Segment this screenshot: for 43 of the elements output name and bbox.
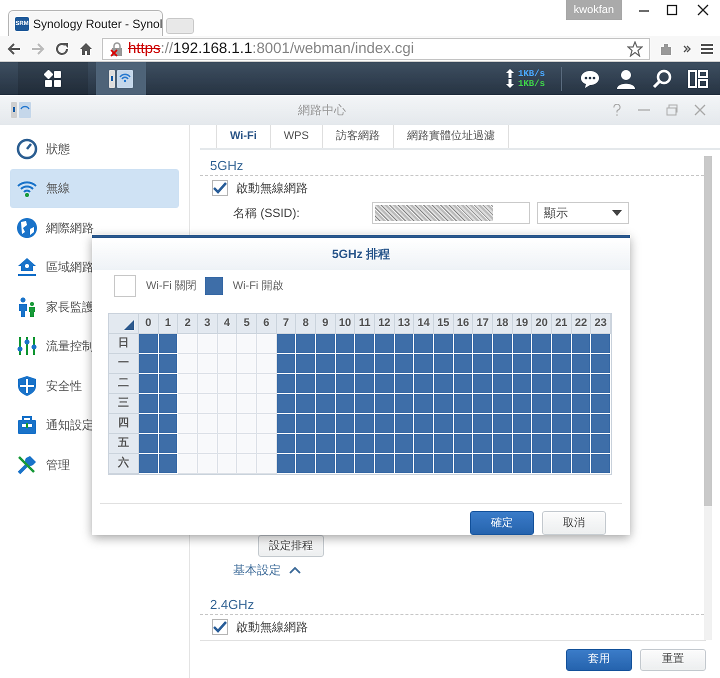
hour-label: 9 xyxy=(316,314,336,334)
field-label: 名稱 (SSID): xyxy=(233,205,301,222)
hour-label: 6 xyxy=(256,314,277,334)
hour-label: 21 xyxy=(552,314,572,334)
hour-label: 19 xyxy=(512,314,532,334)
hour-label: 8 xyxy=(296,314,316,334)
legend-label: Wi-Fi 開啟 xyxy=(232,278,284,294)
checkbox-label: 啟動無線網路 xyxy=(236,180,308,197)
window-title: 網路中心 xyxy=(297,102,347,119)
section-heading: 2.4GHz xyxy=(200,595,704,615)
hour-label: 1 xyxy=(158,314,178,334)
day-label: 一 xyxy=(109,354,139,374)
hour-label: 14 xyxy=(414,314,434,334)
legend-label: Wi-Fi 關閉 xyxy=(146,278,197,294)
hour-label: 2 xyxy=(178,314,198,334)
hour-label: 22 xyxy=(572,314,592,334)
hour-label: 17 xyxy=(473,314,493,334)
day-label: 六 xyxy=(109,454,139,474)
hour-label: 10 xyxy=(336,314,356,334)
hour-label: 5 xyxy=(237,314,257,334)
hour-label: 11 xyxy=(355,314,375,334)
hour-label: 18 xyxy=(492,314,513,334)
day-label: 四 xyxy=(109,414,139,434)
hour-label: 20 xyxy=(532,314,552,334)
checkbox-label: 啟動無線網路 xyxy=(236,619,308,636)
hour-label: 16 xyxy=(454,314,474,334)
hour-label: 7 xyxy=(276,314,296,334)
hour-label: 0 xyxy=(139,314,159,334)
hour-label: 13 xyxy=(394,314,414,334)
hour-label: 4 xyxy=(218,314,238,334)
day-label: 日 xyxy=(109,334,139,354)
upload-speed: 1KB/s xyxy=(518,68,545,78)
download-speed: 1KB/s xyxy=(518,78,545,88)
hour-label: 23 xyxy=(591,314,611,334)
dialog-title: 5GHz 排程 xyxy=(332,246,390,263)
day-label: 五 xyxy=(109,434,139,454)
day-label: 二 xyxy=(109,374,139,394)
section-heading: 5GHz xyxy=(200,156,704,176)
hour-label: 12 xyxy=(374,314,395,334)
day-label: 三 xyxy=(109,394,139,414)
hour-label: 3 xyxy=(198,314,218,334)
user-badge: kwokfan xyxy=(566,0,622,20)
hour-label: 15 xyxy=(434,314,454,334)
